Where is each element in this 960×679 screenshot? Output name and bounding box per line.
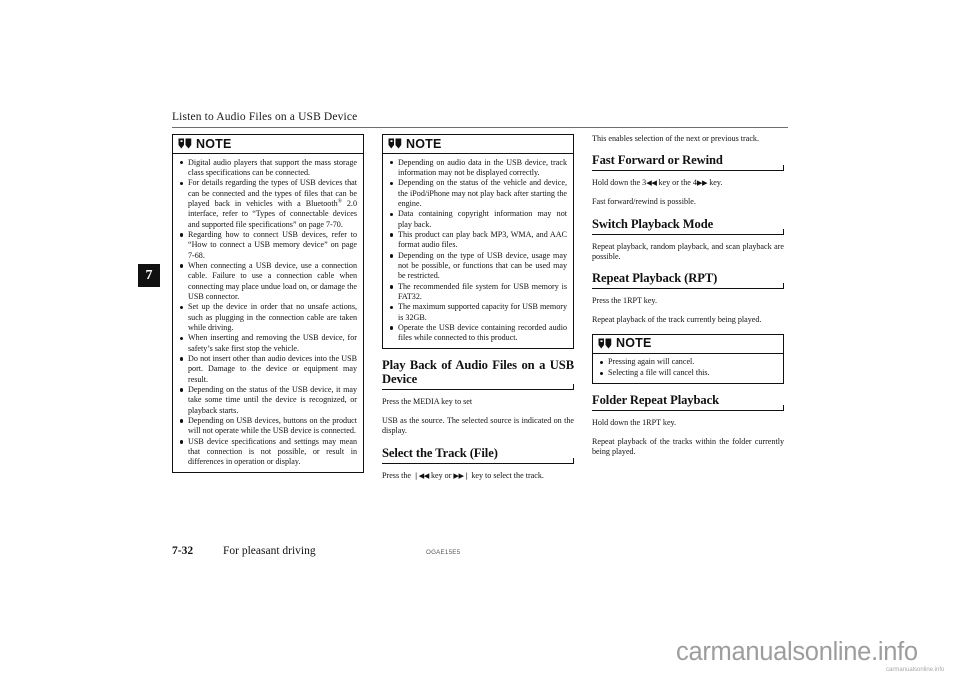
manual-page: Listen to Audio Files on a USB Device 7 … [0,0,960,679]
note-title: NOTE [616,336,652,351]
paragraph-select-track: Press the ❘◀◀ key or ▶▶❘ key to select t… [382,471,574,481]
paragraph-hold-1rpt: Hold down the 1RPT key. [592,418,677,428]
list-item: Operate the USB device containing record… [389,323,567,344]
paragraph-hold-ff-rew: Hold down the 3◀◀ key or the 4▶▶ key. [592,178,784,188]
list-item: Set up the device in order that no unsaf… [179,302,357,333]
note-bullet-list: Digital audio players that support the m… [179,158,357,468]
note-body: Pressing again will cancel. Selecting a … [593,354,783,383]
note-bullet-list: Depending on audio data in the USB devic… [389,158,567,344]
section-heading-switch-playback-mode: Switch Playback Mode [592,217,784,235]
list-item: Data containing copyright information ma… [389,209,567,230]
page-footer: 7-32 For pleasant driving OGAE15E5 [172,545,788,561]
paragraph-playback-modes: Repeat playback, random playback, and sc… [592,241,784,261]
paragraph-intro-next-previous: This enables selection of the next or pr… [592,134,759,143]
note-header: NOTE [593,335,783,354]
section-rule [382,384,574,391]
section-heading-folder-repeat-playback: Folder Repeat Playback [592,393,784,412]
footer-section-name: For pleasant driving [223,545,316,557]
text-prefix: Hold down the 3 [592,178,647,188]
footer-page-number: 7-32 [172,545,194,557]
paragraph-press-1rpt: Press the 1RPT key. [592,296,657,306]
section-heading-play-back: Play Back of Audio Files on a USB Device [382,358,574,391]
section-rule [592,405,784,412]
prev-track-key-icon: ❘◀◀ [413,470,429,480]
note-header: NOTE [173,135,363,154]
list-item: Depending on USB devices, buttons on the… [179,416,357,437]
section-heading-fast-forward-rewind: Fast Forward or Rewind [592,153,784,172]
note-title: NOTE [406,136,442,151]
paragraph-usb-source: USB as the source. The selected source i… [382,416,574,436]
list-item: When connecting a USB device, use a conn… [179,261,357,302]
list-item: Digital audio players that support the m… [179,158,357,179]
column-2: NOTE Depending on audio data in the USB … [382,134,574,490]
list-item: Do not insert other than audio devices i… [179,354,357,385]
open-book-icon [178,138,192,149]
text-suffix: key to select the track. [469,470,544,480]
text-mid: key or [428,470,454,480]
text-prefix: Press the [382,470,414,480]
rewind-key-icon: ◀◀ [646,178,657,188]
fast-forward-key-icon: ▶▶ [696,178,708,188]
list-item: When inserting and removing the USB devi… [179,333,357,354]
column-3: This enables selection of the next or pr… [592,134,784,466]
paragraph-repeat-track: Repeat playback of the track currently b… [592,315,762,325]
list-item: USB device specifications and settings m… [179,437,357,468]
paragraph-repeat-folder: Repeat playback of the tracks within the… [592,436,784,457]
note-title: NOTE [196,136,232,151]
note-box-usb-general: NOTE Digital audio players that support … [172,134,364,473]
list-item: Depending on the type of USB device, usa… [389,251,567,282]
note-header: NOTE [383,135,573,154]
page-header-title: Listen to Audio Files on a USB Device [172,111,358,123]
section-title: Repeat Playback (RPT) [592,271,718,286]
note-body: Digital audio players that support the m… [173,154,363,472]
section-title: Switch Playback Mode [592,216,714,231]
page-header: Listen to Audio Files on a USB Device [172,111,788,128]
list-item: Depending on the status of the USB devic… [179,385,357,416]
note-box-usb-audio-data: NOTE Depending on audio data in the USB … [382,134,574,349]
open-book-icon [598,338,612,349]
note-box-repeat-cancel: NOTE Pressing again will cancel. Selecti… [592,333,784,385]
text-suffix: key. [707,178,723,188]
list-item: This product can play back MP3, WMA, and… [389,230,567,251]
next-track-key-icon: ▶▶❘ [453,470,470,480]
list-item: The maximum supported capacity for USB m… [389,302,567,323]
paragraph-ff-possible: Fast forward/rewind is possible. [592,197,696,207]
section-rule [592,228,784,235]
list-item: For details regarding the types of USB d… [179,178,357,230]
list-item: The recommended file system for USB memo… [389,282,567,303]
section-heading-select-track: Select the Track (File) [382,446,574,464]
list-item: Depending on the status of the vehicle a… [389,178,567,209]
list-item-text-part1: For details regarding the types of USB d… [188,178,357,208]
section-title: Select the Track (File) [382,445,498,460]
list-item: Regarding how to connect USB devices, re… [179,230,357,261]
list-item: Selecting a file will cancel this. [599,368,777,378]
section-title: Play Back of Audio Files on a USB Device [382,357,574,387]
section-rule [592,283,784,290]
note-body: Depending on audio data in the USB devic… [383,154,573,348]
section-heading-repeat-playback: Repeat Playback (RPT) [592,271,784,290]
section-rule [592,165,784,172]
paragraph-media-key: Press the MEDIA key to set [382,397,473,407]
header-divider [172,127,788,128]
watermark-primary: carmanualsonline.info [676,638,918,666]
chapter-tab-7: 7 [138,264,160,287]
section-title: Folder Repeat Playback [592,393,719,408]
column-1: NOTE Digital audio players that support … [172,134,364,482]
footer-document-code: OGAE15E5 [426,549,461,556]
text-mid: key or the 4 [656,178,697,188]
section-title: Fast Forward or Rewind [592,153,723,168]
note-bullet-list: Pressing again will cancel. Selecting a … [599,357,777,378]
open-book-icon [388,138,402,149]
list-item: Depending on audio data in the USB devic… [389,158,567,179]
watermark-secondary: carmanualsonline.info [886,667,945,673]
list-item: Pressing again will cancel. [599,357,777,367]
section-rule [382,457,574,464]
